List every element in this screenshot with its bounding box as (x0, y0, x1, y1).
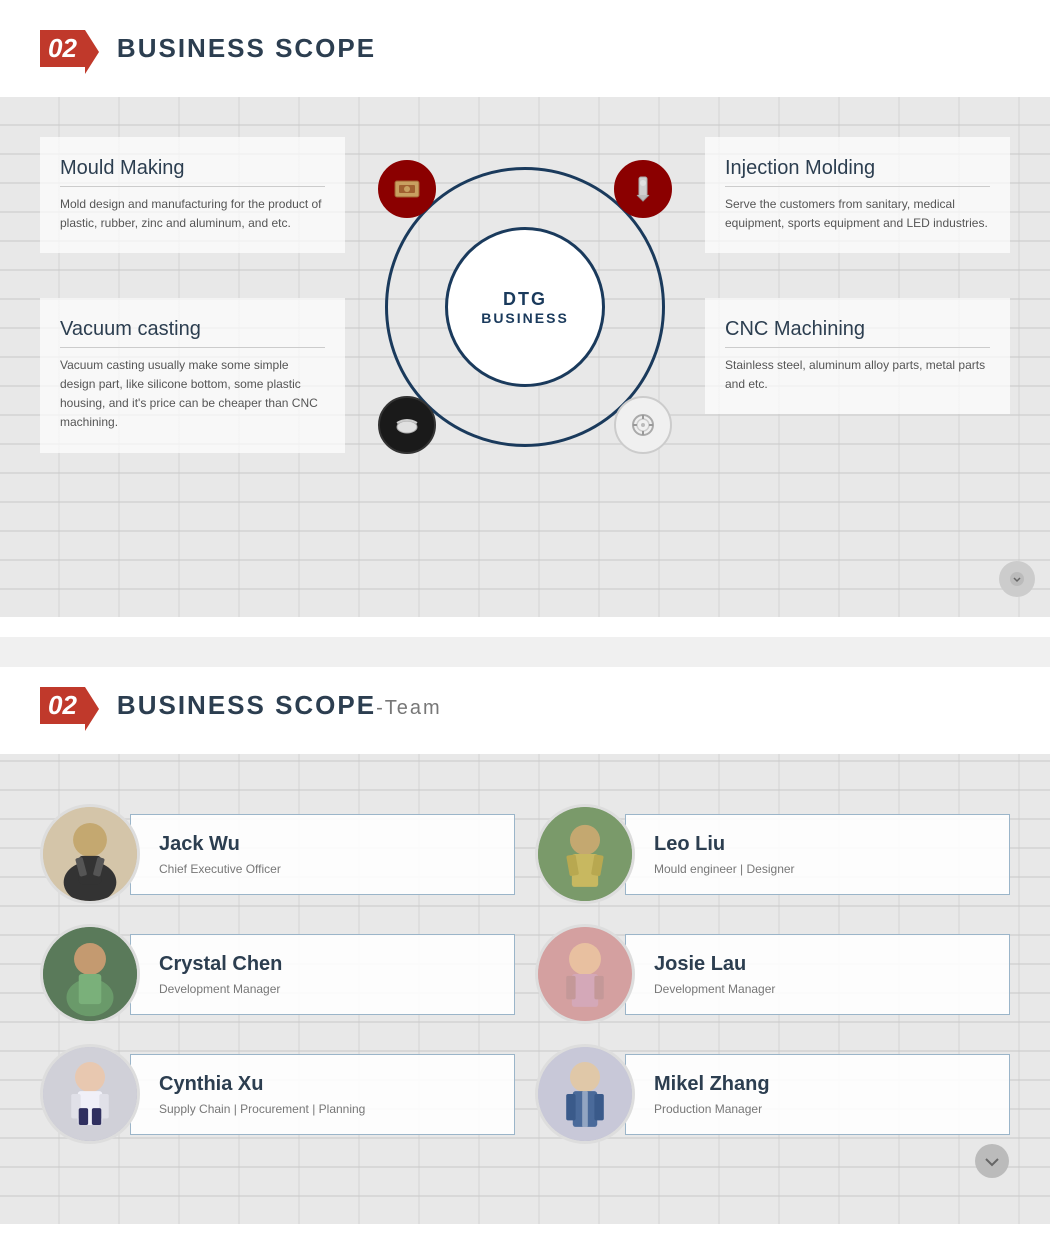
josie-lau-role: Development Manager (654, 982, 991, 996)
section2-wrapper: 02 BUSINESS SCOPE-Team (0, 667, 1050, 754)
team-scroll-area (40, 1154, 1010, 1184)
injection-molding-desc: Serve the customers from sanitary, medic… (725, 195, 990, 233)
mould-making-card: Mould Making Mold design and manufacturi… (40, 137, 345, 253)
cnc-machining-icon (614, 396, 672, 454)
center-text-business: BUSINESS (481, 310, 569, 326)
section1-title: BUSINESS SCOPE (117, 33, 376, 64)
avatar-mikel-zhang (535, 1044, 635, 1144)
jack-wu-role: Chief Executive Officer (159, 862, 496, 876)
leo-liu-info: Leo Liu Mould engineer | Designer (625, 814, 1010, 895)
cynthia-xu-name: Cynthia Xu (159, 1073, 496, 1096)
outer-ring: DTG BUSINESS (385, 167, 665, 447)
mould-making-title: Mould Making (60, 157, 325, 187)
mould-making-desc: Mold design and manufacturing for the pr… (60, 195, 325, 233)
team-grid: Jack Wu Chief Executive Officer (40, 804, 1010, 1144)
inner-circle: DTG BUSINESS (445, 227, 605, 387)
crystal-chen-info: Crystal Chen Development Manager (130, 934, 515, 1015)
mikel-zhang-role: Production Manager (654, 1102, 991, 1116)
leo-liu-role: Mould engineer | Designer (654, 862, 991, 876)
section1-wrapper: 02 BUSINESS SCOPE (0, 0, 1050, 97)
cynthia-xu-role: Supply Chain | Procurement | Planning (159, 1102, 496, 1116)
section1-number-badge: 02 (40, 30, 85, 67)
diagram-layout: Mould Making Mold design and manufacturi… (40, 137, 1010, 477)
josie-lau-name: Josie Lau (654, 953, 991, 976)
section2-title: BUSINESS SCOPE-Team (117, 690, 442, 721)
center-diagram: DTG BUSINESS (365, 137, 685, 477)
team-section: Jack Wu Chief Executive Officer (0, 754, 1050, 1224)
team-card-jack-wu: Jack Wu Chief Executive Officer (40, 804, 515, 904)
section2-number-badge: 02 (40, 687, 85, 724)
cnc-machining-card: CNC Machining Stainless steel, aluminum … (705, 298, 1010, 414)
section1-header: 02 BUSINESS SCOPE (40, 30, 1010, 67)
mould-making-icon (378, 160, 436, 218)
vacuum-casting-icon (378, 396, 436, 454)
team-card-crystal-chen: Crystal Chen Development Manager (40, 924, 515, 1024)
section2-number: 02 (48, 690, 77, 721)
avatar-josie-lau (535, 924, 635, 1024)
team-card-leo-liu: Leo Liu Mould engineer | Designer (535, 804, 1010, 904)
avatar-crystal-chen (40, 924, 140, 1024)
mikel-zhang-name: Mikel Zhang (654, 1073, 991, 1096)
section2-content-wrapper: Jack Wu Chief Executive Officer (0, 754, 1050, 1244)
vacuum-casting-title: Vacuum casting (60, 318, 325, 348)
team-scroll-button[interactable] (974, 1143, 1010, 1184)
section1-number: 02 (48, 33, 77, 64)
team-card-mikel-zhang: Mikel Zhang Production Manager (535, 1044, 1010, 1144)
mikel-zhang-info: Mikel Zhang Production Manager (625, 1054, 1010, 1135)
business-scope-diagram: Mould Making Mold design and manufacturi… (0, 97, 1050, 617)
jack-wu-name: Jack Wu (159, 833, 496, 856)
team-card-josie-lau: Josie Lau Development Manager (535, 924, 1010, 1024)
section2-header: 02 BUSINESS SCOPE-Team (40, 687, 1010, 724)
injection-molding-icon (614, 160, 672, 218)
vacuum-casting-desc: Vacuum casting usually make some simple … (60, 356, 325, 433)
leo-liu-name: Leo Liu (654, 833, 991, 856)
injection-molding-title: Injection Molding (725, 157, 990, 187)
vacuum-casting-card: Vacuum casting Vacuum casting usually ma… (40, 298, 345, 453)
avatar-jack-wu (40, 804, 140, 904)
section1-content-wrapper: Mould Making Mold design and manufacturi… (0, 97, 1050, 637)
cynthia-xu-info: Cynthia Xu Supply Chain | Procurement | … (130, 1054, 515, 1135)
cnc-machining-title: CNC Machining (725, 318, 990, 348)
crystal-chen-role: Development Manager (159, 982, 496, 996)
avatar-cynthia-xu (40, 1044, 140, 1144)
avatar-leo-liu (535, 804, 635, 904)
crystal-chen-name: Crystal Chen (159, 953, 496, 976)
team-card-cynthia-xu: Cynthia Xu Supply Chain | Procurement | … (40, 1044, 515, 1144)
jack-wu-info: Jack Wu Chief Executive Officer (130, 814, 515, 895)
cnc-machining-desc: Stainless steel, aluminum alloy parts, m… (725, 356, 990, 394)
center-text-dtg: DTG (503, 289, 547, 310)
section-gap (0, 637, 1050, 652)
injection-molding-card: Injection Molding Serve the customers fr… (705, 137, 1010, 253)
scroll-button[interactable] (999, 561, 1035, 597)
josie-lau-info: Josie Lau Development Manager (625, 934, 1010, 1015)
